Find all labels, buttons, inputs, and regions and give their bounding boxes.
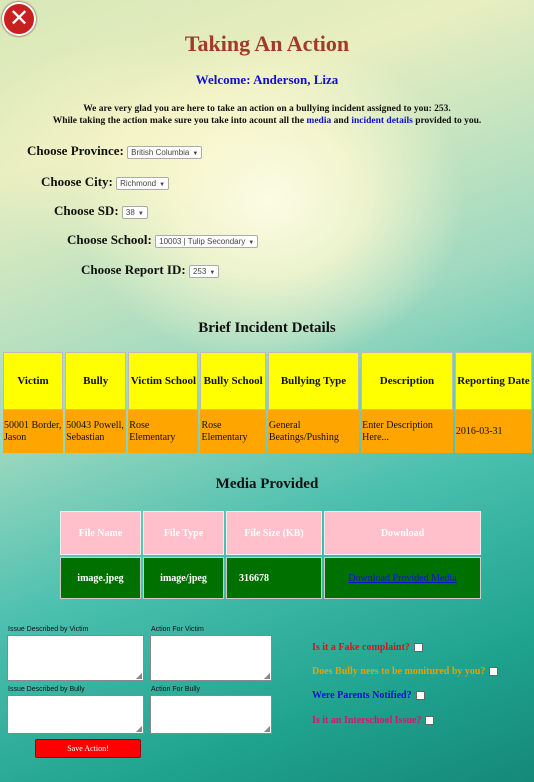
- media-col-header: Download: [324, 511, 481, 555]
- media-heading: Media Provided: [215, 476, 319, 492]
- incident-cell: Rose Elementary: [200, 410, 266, 453]
- incident-col-header: Victim School: [128, 352, 199, 410]
- parents-notified-checkbox[interactable]: [415, 691, 425, 701]
- incident-col-header: Bullying Type: [267, 352, 360, 410]
- question-label: Does Bully nees to be monitured by you?: [312, 666, 486, 677]
- welcome-text: Welcome: Anderson, Liza: [195, 72, 339, 87]
- media-col-header: File Type: [143, 511, 224, 555]
- school-row: Choose School: 10003 | Tulip Secondary ▼: [67, 232, 259, 248]
- incident-table: Victim Bully Victim School Bully School …: [1, 352, 534, 453]
- action-bully-label: Action For Bully: [151, 686, 201, 693]
- chevron-down-icon: ▼: [248, 239, 255, 246]
- issue-victim-label: Issue Described by Victim: [8, 626, 89, 633]
- chevron-down-icon: ▼: [192, 150, 199, 157]
- report-label: Choose Report ID:: [81, 262, 186, 277]
- resize-grip-icon[interactable]: ◢: [136, 671, 142, 680]
- media-file-name: image.jpeg: [60, 557, 141, 599]
- incident-heading: Brief Incident Details: [198, 320, 336, 336]
- question-parents-notified: Were Parents Notified?: [312, 690, 425, 701]
- issue-victim-textarea[interactable]: ◢: [7, 635, 144, 681]
- intro-line-2-a: While taking the action make sure you ta…: [52, 116, 307, 126]
- action-victim-textarea[interactable]: ◢: [150, 635, 272, 681]
- report-select[interactable]: 253 ▼: [188, 264, 220, 278]
- incident-cell: 2016-03-31: [454, 410, 532, 453]
- incident-col-header: Bully School: [200, 352, 266, 410]
- resize-grip-icon[interactable]: ◢: [264, 724, 270, 733]
- incident-cell: Rose Elementary: [128, 410, 199, 453]
- question-label: Is it a Fake complaint?: [312, 642, 410, 653]
- chevron-down-icon: ▼: [159, 181, 166, 188]
- issue-bully-textarea[interactable]: ◢: [7, 695, 144, 734]
- intro-text: We are very glad you are here to take an…: [0, 103, 534, 127]
- incident-col-header: Reporting Date: [454, 352, 532, 410]
- city-select[interactable]: Richmond ▼: [116, 176, 170, 190]
- resize-grip-icon[interactable]: ◢: [136, 724, 142, 733]
- intro-line-2: While taking the action make sure you ta…: [0, 115, 534, 127]
- sd-label: Choose SD:: [54, 203, 119, 218]
- action-bully-textarea[interactable]: ◢: [150, 695, 272, 734]
- action-victim-label: Action For Victim: [151, 626, 204, 633]
- incident-cell: 50001 Border, Jason: [3, 410, 64, 453]
- resize-grip-icon[interactable]: ◢: [264, 671, 270, 680]
- media-col-header: File Name: [60, 511, 141, 555]
- page-title: Taking An Action: [184, 31, 350, 56]
- media-file-size: 316678: [226, 557, 322, 599]
- intro-line-2-b: and: [331, 116, 352, 126]
- school-select[interactable]: 10003 | Tulip Secondary ▼: [155, 234, 259, 248]
- incident-cell: Enter Description Here...: [361, 410, 453, 453]
- sd-row: Choose SD: 38 ▼: [54, 203, 148, 219]
- fake-complaint-checkbox[interactable]: [413, 643, 423, 653]
- province-row: Choose Province: British Columbia ▼: [27, 143, 203, 159]
- incident-details-link[interactable]: incident details: [351, 116, 413, 126]
- province-select[interactable]: British Columbia ▼: [127, 145, 203, 159]
- interschool-checkbox[interactable]: [425, 716, 435, 726]
- media-link[interactable]: media: [306, 116, 331, 126]
- city-label: Choose City:: [41, 174, 113, 189]
- media-file-type: image/jpeg: [143, 557, 224, 599]
- school-label: Choose School:: [67, 232, 152, 247]
- incident-cell: General Beatings/Pushing: [267, 410, 360, 453]
- chevron-down-icon: ▼: [209, 269, 216, 276]
- report-row: Choose Report ID: 253 ▼: [81, 262, 220, 278]
- province-label: Choose Province:: [27, 143, 124, 158]
- report-select-value: 253: [192, 266, 207, 276]
- sd-select[interactable]: 38 ▼: [121, 205, 148, 219]
- province-select-value: British Columbia: [131, 147, 190, 157]
- question-fake-complaint: Is it a Fake complaint?: [312, 642, 423, 653]
- chevron-down-icon: ▼: [137, 210, 144, 217]
- intro-line-2-c: provided to you.: [412, 116, 482, 126]
- city-row: Choose City: Richmond ▼: [41, 174, 170, 190]
- school-select-value: 10003 | Tulip Secondary: [159, 236, 246, 246]
- media-download-cell: Download Provided Media: [324, 557, 481, 599]
- table-row: image.jpeg image/jpeg 316678 Download Pr…: [60, 557, 481, 599]
- download-media-link[interactable]: Download Provided Media: [348, 573, 456, 584]
- save-action-button[interactable]: Save Action!: [35, 739, 141, 758]
- incident-col-header: Bully: [65, 352, 127, 410]
- media-col-header: File Size (KB): [226, 511, 322, 555]
- intro-line-1: We are very glad you are here to take an…: [83, 104, 451, 114]
- incident-col-header: Description: [361, 352, 453, 410]
- question-label: Is it an Interschool Issue?: [312, 715, 422, 726]
- question-label: Were Parents Notified?: [312, 690, 412, 701]
- media-header-row: File Name File Type File Size (KB) Downl…: [60, 511, 481, 555]
- incident-header-row: Victim Bully Victim School Bully School …: [3, 352, 532, 410]
- incident-cell: 50043 Powell, Sebastian: [65, 410, 127, 453]
- sd-select-value: 38: [125, 207, 135, 217]
- city-select-value: Richmond: [120, 178, 157, 188]
- media-table: File Name File Type File Size (KB) Downl…: [58, 509, 483, 601]
- table-row: 50001 Border, Jason 50043 Powell, Sebast…: [3, 410, 532, 453]
- monitor-bully-checkbox[interactable]: [489, 667, 499, 677]
- issue-bully-label: Issue Described by Bully: [8, 686, 85, 693]
- question-monitor-bully: Does Bully nees to be monitured by you?: [312, 666, 499, 677]
- question-interschool: Is it an Interschool Issue?: [312, 715, 435, 726]
- incident-col-header: Victim: [3, 352, 64, 410]
